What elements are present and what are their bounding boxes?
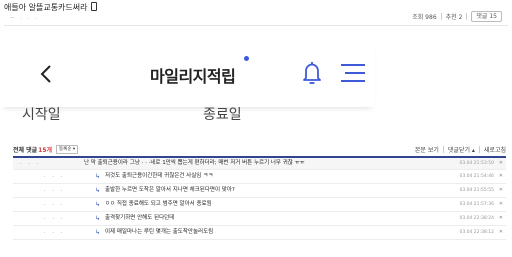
- actions-divider: [478, 145, 480, 153]
- reply-row: · · · ↳ 출발한 누르면 도착은 알아서 지나면 체크된다면이 맞아? 0…: [13, 184, 506, 198]
- post-meta: 조회 986 추천 2 댓글 15: [412, 11, 502, 22]
- phone-icon: [90, 2, 97, 11]
- meta-divider: [466, 13, 468, 20]
- bell-icon[interactable]: [299, 60, 325, 86]
- post-divider: [4, 25, 508, 26]
- logo-dot-icon: [244, 56, 249, 61]
- comments-actions: 본문 보기 댓글닫기 ▴ 새로고침: [415, 145, 506, 154]
- collapse-comments-link[interactable]: 댓글닫기 ▴: [448, 145, 475, 154]
- refresh-link[interactable]: 새로고침: [484, 145, 506, 154]
- reply-count-button[interactable]: 댓글 15: [471, 11, 502, 22]
- hamburger-menu-icon[interactable]: [337, 63, 367, 83]
- comment-close-icon[interactable]: ✕: [499, 198, 503, 211]
- reply-row: · · · ↳ 출격찾기하면 안해도 된다던데 03.04 22:38:24 ✕: [13, 212, 506, 226]
- comments-title: 전체 댓글: [13, 146, 38, 154]
- comment-author[interactable]: · · ·: [44, 170, 114, 183]
- comment-text: ㅇㅇ 직접 종료해도 되고 범주면 알아서 종료됨: [105, 201, 212, 207]
- comment-author[interactable]: · · ·: [44, 226, 114, 239]
- tab-start-date[interactable]: 시작일: [22, 104, 61, 124]
- comment-time: 03.04 22:38:12: [459, 230, 494, 235]
- comment-close-icon[interactable]: ✕: [499, 212, 503, 225]
- comment-time: 03.04 21:57:36: [459, 202, 494, 207]
- meta-divider: [440, 13, 442, 20]
- actions-divider: [442, 145, 444, 153]
- comment-close-icon[interactable]: ✕: [499, 170, 503, 183]
- comment-list: · · · 난 막 출퇴근용이라 그냥 · · ·네로 1만씩 뽑는게 편하더라…: [13, 156, 506, 240]
- comments-toolbar: 전체 댓글 15개 등록순 ▾ 본문 보기 댓글닫기 ▴ 새로고침: [13, 144, 506, 154]
- back-arrow-icon[interactable]: [38, 63, 56, 85]
- comment-time: 03.04 21:55:55: [459, 188, 494, 193]
- reply-row: · · · ↳ 저것도 출퇴근용이긴한데 귀찮은건 사실임 ㅋㅋ 03.04 2…: [13, 170, 506, 184]
- post-title: 애들아 알뜰교통카드써라: [4, 2, 97, 13]
- comments-count: 15개: [38, 146, 53, 154]
- tab-end-date[interactable]: 종료일: [203, 104, 242, 124]
- comment-text: 이제 매일마나는 루틴 몇개는 출도착안눌러도됨: [105, 229, 214, 235]
- author-meta: ㅡ · · ·: [10, 16, 39, 22]
- post-title-text: 애들아 알뜰교통카드써라: [4, 3, 88, 12]
- reply-arrow-icon: ↳: [95, 173, 101, 180]
- reply-arrow-icon: ↳: [95, 187, 101, 194]
- reply-row: · · · ↳ 이제 매일마나는 루틴 몇개는 출도착안눌러도됨 03.04 2…: [13, 226, 506, 240]
- comment-author[interactable]: · · ·: [44, 184, 114, 197]
- comment-close-icon[interactable]: ✕: [499, 158, 503, 169]
- reply-row: · · · ↳ ㅇㅇ 직접 종료해도 되고 범주면 알아서 종료됨 03.04 …: [13, 198, 506, 212]
- comment-author[interactable]: · · ·: [44, 212, 114, 225]
- reply-arrow-icon: ↳: [95, 215, 101, 222]
- comment-text: 저것도 출퇴근용이긴한데 귀찮은건 사실임 ㅋㅋ: [105, 173, 214, 179]
- app-logo: 마일리지적립: [150, 67, 236, 86]
- comment-time: 03.04 21:54:46: [459, 174, 494, 179]
- reply-arrow-icon: ↳: [95, 229, 101, 236]
- comment-close-icon[interactable]: ✕: [499, 226, 503, 239]
- views-count: 조회 986: [412, 14, 437, 21]
- sort-select[interactable]: 등록순 ▾: [56, 144, 79, 154]
- comment-text: 출격찾기하면 안해도 된다던데: [105, 215, 175, 221]
- comment-text: 난 막 출퇴근용이라 그냥 · · ·네로 1만씩 뽑는게 편하더라; 매번 저…: [84, 160, 305, 166]
- comment-author[interactable]: · · ·: [44, 198, 114, 211]
- recommend-count: 추천 2: [445, 14, 463, 21]
- comment-row: · · · 난 막 출퇴근용이라 그냥 · · ·네로 1만씩 뽑는게 편하더라…: [13, 158, 506, 170]
- comment-time: 03.04 21:53:50: [459, 161, 494, 166]
- embedded-app-header: 마일리지적립: [0, 40, 375, 107]
- comment-time: 03.04 22:38:24: [459, 216, 494, 221]
- comment-text: 출발한 누르면 도착은 알아서 지나면 체크된다면이 맞아?: [105, 187, 235, 193]
- date-tabs: 시작일 종료일: [0, 101, 375, 127]
- reply-arrow-icon: ↳: [95, 201, 101, 208]
- comment-author[interactable]: · · ·: [20, 158, 90, 169]
- view-post-link[interactable]: 본문 보기: [415, 145, 439, 154]
- comment-close-icon[interactable]: ✕: [499, 184, 503, 197]
